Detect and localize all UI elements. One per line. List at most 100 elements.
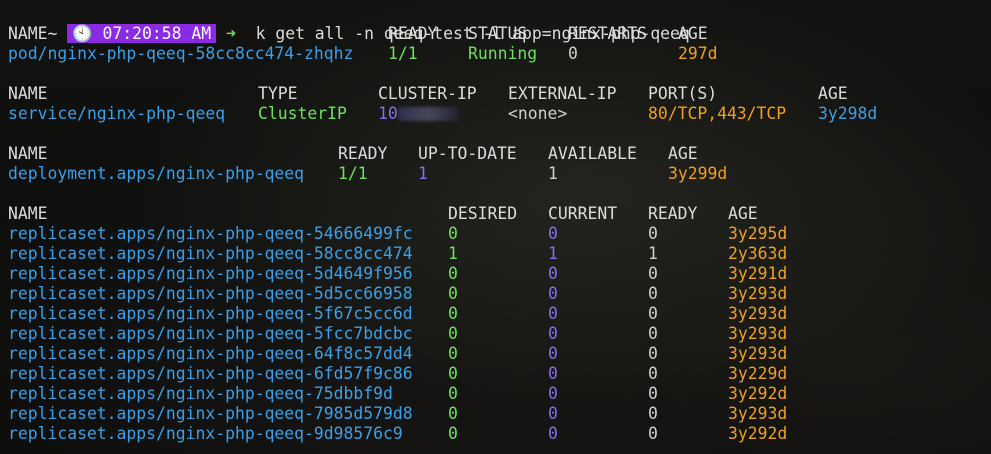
replicaset-name: replicaset.apps/nginx-php-qeeq-58cc8cc47… — [8, 244, 413, 263]
replicaset-age: 3y229d — [728, 364, 788, 383]
column-header-name: NAME — [8, 144, 48, 163]
replicaset-desired: 0 — [448, 344, 458, 363]
replicasets-header-row: NAME DESIRED CURRENT READY AGE — [8, 204, 758, 224]
deployment-available: 1 — [548, 164, 558, 183]
replicaset-name: replicaset.apps/nginx-php-qeeq-5d4649f95… — [8, 264, 413, 283]
deployment-up-to-date: 1 — [418, 164, 428, 183]
replicaset-row: replicaset.apps/nginx-php-qeeq-5fcc7bdcb… — [8, 324, 787, 344]
deployment-ready: 1/1 — [338, 164, 368, 183]
column-header-ready: READY — [388, 24, 438, 43]
replicaset-current: 1 — [548, 244, 558, 263]
replicaset-age: 3y292d — [728, 384, 788, 403]
column-header-age: AGE — [678, 24, 708, 43]
pod-row: pod/nginx-php-qeeq-58cc8cc474-zhqhz 1/1 … — [8, 44, 717, 64]
replicaset-current: 0 — [548, 264, 558, 283]
replicaset-ready: 0 — [648, 264, 658, 283]
replicaset-row: replicaset.apps/nginx-php-qeeq-54666499f… — [8, 224, 787, 244]
replicaset-ready: 0 — [648, 364, 658, 383]
replicaset-current: 0 — [548, 304, 558, 323]
replicaset-desired: 0 — [448, 284, 458, 303]
pod-ready: 1/1 — [388, 44, 418, 63]
replicaset-age: 2y363d — [728, 244, 788, 263]
pods-header-row: NAME READY STATUS RESTARTS AGE — [8, 24, 708, 44]
pod-age: 297d — [678, 44, 718, 63]
column-header-age: AGE — [728, 204, 758, 223]
column-header-ready: READY — [648, 204, 698, 223]
service-type: ClusterIP — [258, 104, 347, 123]
deployment-row: deployment.apps/nginx-php-qeeq 1/1 1 1 3… — [8, 164, 727, 184]
column-header-current: CURRENT — [548, 204, 618, 223]
replicaset-name: replicaset.apps/nginx-php-qeeq-5d5cc6695… — [8, 284, 413, 303]
replicaset-desired: 0 — [448, 384, 458, 403]
column-header-name: NAME — [8, 84, 48, 103]
replicaset-desired: 0 — [448, 404, 458, 423]
replicaset-name: replicaset.apps/nginx-php-qeeq-5f67c5cc6… — [8, 304, 413, 323]
replicaset-age: 3y295d — [728, 224, 788, 243]
replicaset-row: replicaset.apps/nginx-php-qeeq-5f67c5cc6… — [8, 304, 787, 324]
deployments-header-row: NAME READY UP-TO-DATE AVAILABLE AGE — [8, 144, 698, 164]
replicaset-ready: 0 — [648, 424, 658, 443]
replicaset-ready: 0 — [648, 344, 658, 363]
column-header-ready: READY — [338, 144, 388, 163]
replicaset-ready: 0 — [648, 404, 658, 423]
replicaset-ready: 0 — [648, 284, 658, 303]
replicaset-row: replicaset.apps/nginx-php-qeeq-64f8c57dd… — [8, 344, 787, 364]
replicaset-age: 3y292d — [728, 424, 788, 443]
replicaset-current: 0 — [548, 284, 558, 303]
replicaset-ready: 0 — [648, 224, 658, 243]
replicaset-age: 3y293d — [728, 344, 788, 363]
replicaset-age: 3y293d — [728, 324, 788, 343]
replicaset-desired: 0 — [448, 224, 458, 243]
deployment-age: 3y299d — [668, 164, 728, 183]
service-external-ip: <none> — [508, 104, 568, 123]
redacted-ip-blur — [397, 107, 458, 121]
replicaset-current: 0 — [548, 384, 558, 403]
replicaset-name: replicaset.apps/nginx-php-qeeq-9d98576c9 — [8, 424, 403, 443]
replicaset-row: replicaset.apps/nginx-php-qeeq-58cc8cc47… — [8, 244, 787, 264]
services-header-row: NAME TYPE CLUSTER-IP EXTERNAL-IP PORT(S)… — [8, 84, 848, 104]
replicaset-current: 0 — [548, 404, 558, 423]
replicaset-age: 3y293d — [728, 404, 788, 423]
service-row: service/nginx-php-qeeq ClusterIP 10 <non… — [8, 104, 877, 124]
replicaset-row: replicaset.apps/nginx-php-qeeq-6fd57f9c8… — [8, 364, 787, 384]
service-cluster-ip-prefix: 10 — [378, 104, 398, 123]
column-header-name: NAME — [8, 24, 48, 43]
replicaset-current: 0 — [548, 424, 558, 443]
column-header-status: STATUS — [468, 24, 528, 43]
prompt-line: ~ 🕙 07:20:58 AM ➜ k get all -n qeeq-test… — [8, 4, 690, 43]
replicasets-rows: replicaset.apps/nginx-php-qeeq-54666499f… — [8, 224, 787, 444]
replicaset-row: replicaset.apps/nginx-php-qeeq-7985d579d… — [8, 404, 787, 424]
column-header-external-ip: EXTERNAL-IP — [508, 84, 617, 103]
column-header-cluster-ip: CLUSTER-IP — [378, 84, 477, 103]
replicaset-age: 3y293d — [728, 304, 788, 323]
replicaset-desired: 0 — [448, 304, 458, 323]
column-header-name: NAME — [8, 204, 48, 223]
column-header-restarts: RESTARTS — [568, 24, 647, 43]
replicaset-current: 0 — [548, 224, 558, 243]
replicaset-desired: 0 — [448, 424, 458, 443]
terminal-output[interactable]: ~ 🕙 07:20:58 AM ➜ k get all -n qeeq-test… — [8, 4, 877, 444]
replicaset-row: replicaset.apps/nginx-php-qeeq-9d98576c9… — [8, 424, 787, 444]
column-header-age: AGE — [668, 144, 698, 163]
replicaset-row: replicaset.apps/nginx-php-qeeq-5d5cc6695… — [8, 284, 787, 304]
replicaset-age: 3y291d — [728, 264, 788, 283]
column-header-ports: PORT(S) — [648, 84, 718, 103]
replicaset-row: replicaset.apps/nginx-php-qeeq-75dbbf9d 0… — [8, 384, 787, 404]
replicaset-row: replicaset.apps/nginx-php-qeeq-5d4649f95… — [8, 264, 787, 284]
replicaset-name: replicaset.apps/nginx-php-qeeq-75dbbf9d — [8, 384, 393, 403]
replicaset-desired: 0 — [448, 364, 458, 383]
service-name: service/nginx-php-qeeq — [8, 104, 226, 123]
replicaset-current: 0 — [548, 324, 558, 343]
replicaset-desired: 1 — [448, 244, 458, 263]
column-header-available: AVAILABLE — [548, 144, 637, 163]
replicaset-current: 0 — [548, 344, 558, 363]
replicaset-ready: 0 — [648, 324, 658, 343]
replicaset-ready: 0 — [648, 304, 658, 323]
pod-restarts: 0 — [568, 44, 578, 63]
column-header-age: AGE — [818, 84, 848, 103]
replicaset-name: replicaset.apps/nginx-php-qeeq-7985d579d… — [8, 404, 413, 423]
service-age: 3y298d — [818, 104, 878, 123]
